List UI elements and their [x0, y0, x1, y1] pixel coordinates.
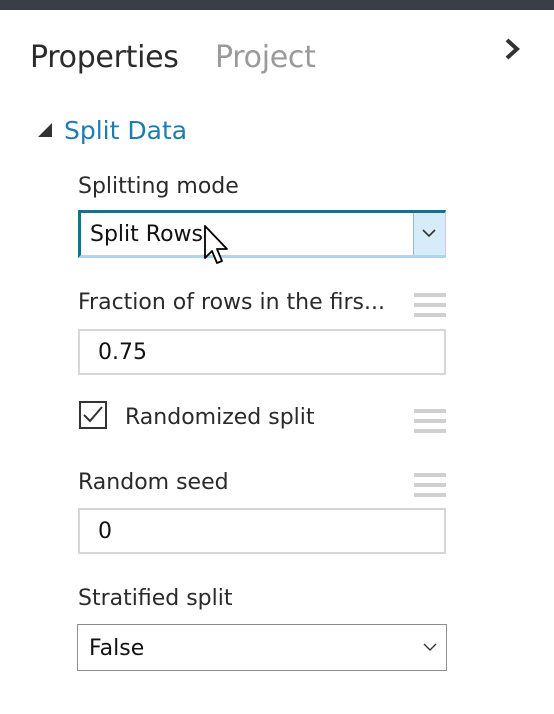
splitting-mode-label: Splitting mode	[78, 174, 239, 199]
collapse-panel-button[interactable]	[500, 36, 526, 62]
chevron-right-icon	[505, 38, 520, 60]
splitting-mode-value: Split Rows	[90, 222, 203, 247]
splitting-mode-dropdown[interactable]: Split Rows	[78, 210, 446, 258]
chevron-down-icon	[422, 229, 436, 238]
tab-project[interactable]: Project	[215, 38, 316, 78]
stratified-split-select[interactable]: False	[77, 624, 447, 671]
hamburger-handle-icon[interactable]	[414, 473, 446, 501]
random-seed-input[interactable]: 0	[78, 508, 446, 554]
random-seed-value: 0	[98, 519, 112, 544]
randomized-split-checkbox[interactable]	[79, 401, 107, 429]
section-header-split-data[interactable]: Split Data	[36, 112, 187, 148]
hamburger-handle-icon[interactable]	[414, 293, 446, 321]
random-seed-label: Random seed	[78, 470, 229, 495]
checkmark-icon	[83, 406, 103, 423]
fraction-input[interactable]: 0.75	[78, 329, 446, 375]
section-title: Split Data	[64, 115, 188, 145]
dropdown-arrow-button[interactable]	[413, 213, 445, 255]
tab-properties[interactable]: Properties	[30, 38, 179, 78]
fraction-value: 0.75	[98, 340, 147, 365]
top-bar	[0, 0, 554, 10]
hamburger-handle-icon[interactable]	[414, 409, 446, 437]
fraction-label: Fraction of rows in the firs...	[78, 290, 385, 315]
randomized-split-label: Randomized split	[125, 405, 315, 430]
chevron-down-icon	[423, 643, 437, 651]
stratified-split-value: False	[89, 636, 145, 661]
stratified-split-label: Stratified split	[78, 586, 233, 611]
triangle-expanded-icon[interactable]	[36, 121, 54, 139]
